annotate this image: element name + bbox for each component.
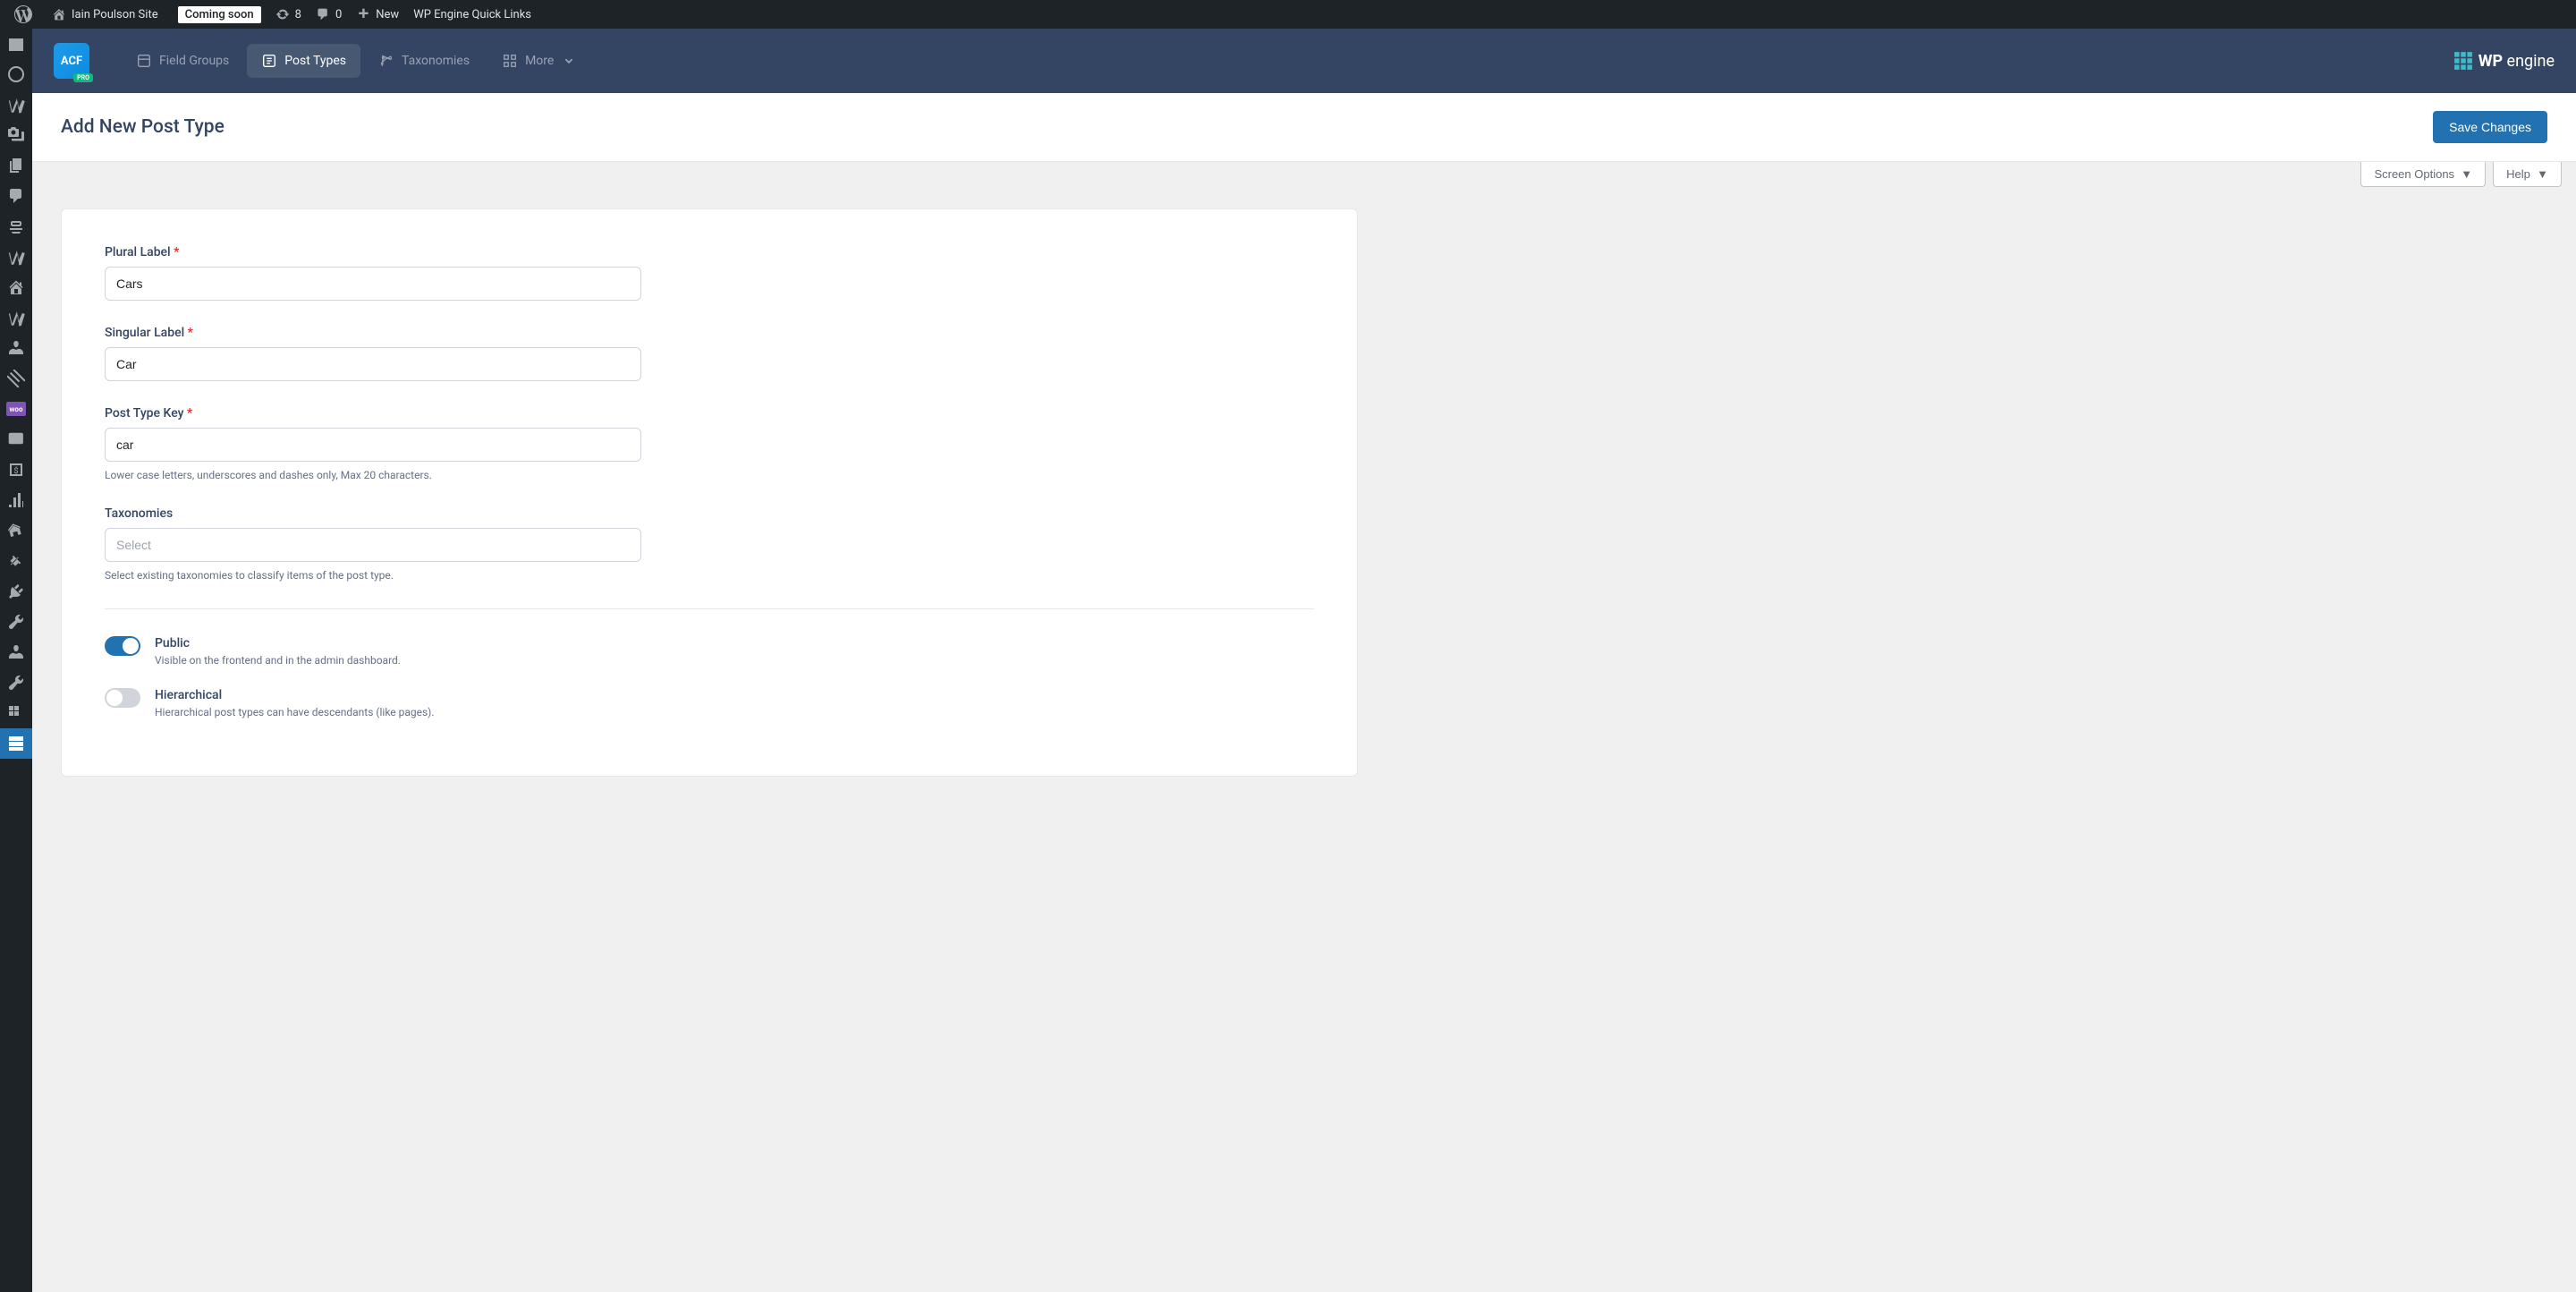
sidebar-item-4[interactable] bbox=[0, 302, 32, 333]
page-title: Add New Post Type bbox=[61, 116, 225, 138]
hierarchical-toggle[interactable] bbox=[105, 688, 140, 708]
updates-link[interactable]: 8 bbox=[268, 0, 309, 29]
wpengine-logo[interactable]: WP engine bbox=[2453, 51, 2555, 71]
sidebar-wpengine[interactable] bbox=[0, 59, 32, 89]
updates-count: 8 bbox=[295, 8, 301, 21]
sidebar-item-1[interactable] bbox=[0, 211, 32, 242]
svg-text:$: $ bbox=[13, 466, 18, 476]
sidebar-item-7[interactable] bbox=[0, 424, 32, 455]
field-post-type-key: Post Type Key * Lower case letters, unde… bbox=[105, 406, 641, 481]
sidebar-pages[interactable] bbox=[0, 150, 32, 181]
sidebar-item-6[interactable] bbox=[0, 363, 32, 394]
sidebar-acf[interactable] bbox=[0, 728, 32, 759]
sidebar-item-12[interactable] bbox=[0, 607, 32, 637]
nav-post-types[interactable]: Post Types bbox=[247, 44, 360, 78]
sidebar-dashboard[interactable] bbox=[0, 29, 32, 59]
acf-logo[interactable]: ACF PRO bbox=[54, 43, 89, 79]
sidebar-media[interactable] bbox=[0, 120, 32, 150]
sidebar-woocommerce[interactable]: woo bbox=[0, 394, 32, 424]
plural-label-input[interactable] bbox=[105, 267, 641, 301]
singular-label-input[interactable] bbox=[105, 347, 641, 381]
sidebar-appearance[interactable] bbox=[0, 546, 32, 576]
sidebar-item-2[interactable] bbox=[0, 242, 32, 272]
sidebar-plugins[interactable] bbox=[0, 576, 32, 607]
save-button[interactable]: Save Changes bbox=[2433, 111, 2547, 143]
site-name: Iain Poulson Site bbox=[72, 8, 158, 21]
post-type-key-input[interactable] bbox=[105, 428, 641, 462]
chevron-down-icon bbox=[561, 53, 577, 69]
main-wrapper: ACF PRO Field Groups Post Types Taxonomi… bbox=[32, 29, 2576, 798]
wp-admin-bar: Iain Poulson Site Coming soon 8 0 New WP… bbox=[0, 0, 2576, 29]
new-label: New bbox=[376, 8, 399, 21]
nav-field-groups[interactable]: Field Groups bbox=[122, 44, 243, 78]
sidebar-item-3[interactable] bbox=[0, 272, 32, 302]
public-label: Public bbox=[155, 636, 401, 650]
sidebar-settings[interactable] bbox=[0, 698, 32, 728]
public-description: Visible on the frontend and in the admin… bbox=[155, 654, 401, 667]
sidebar-analytics[interactable] bbox=[0, 485, 32, 515]
form-panel: Plural Label * Singular Label * Post Typ… bbox=[61, 208, 1358, 777]
post-type-key-label: Post Type Key * bbox=[105, 406, 641, 421]
coming-soon-badge: Coming soon bbox=[178, 6, 261, 23]
comments-link[interactable]: 0 bbox=[309, 0, 349, 29]
wp-sidebar: woo $ bbox=[0, 29, 32, 1292]
page-header: Add New Post Type Save Changes bbox=[32, 93, 2576, 162]
field-singular-label: Singular Label * bbox=[105, 326, 641, 381]
taxonomies-description: Select existing taxonomies to classify i… bbox=[105, 569, 641, 582]
sidebar-posts[interactable] bbox=[0, 89, 32, 120]
sidebar-marketing[interactable] bbox=[0, 515, 32, 546]
sidebar-item-8[interactable]: $ bbox=[0, 455, 32, 485]
nav-taxonomies[interactable]: Taxonomies bbox=[364, 44, 484, 78]
public-toggle[interactable] bbox=[105, 636, 140, 656]
new-link[interactable]: New bbox=[349, 0, 406, 29]
sidebar-users-2[interactable] bbox=[0, 637, 32, 667]
help-button[interactable]: Help ▼ bbox=[2493, 162, 2562, 187]
coming-soon[interactable]: Coming soon bbox=[165, 0, 268, 29]
wpengine-quick-links[interactable]: WP Engine Quick Links bbox=[406, 0, 538, 29]
taxonomies-label: Taxonomies bbox=[105, 506, 641, 521]
plural-label-label: Plural Label * bbox=[105, 245, 641, 259]
divider bbox=[105, 608, 1314, 609]
site-link[interactable]: Iain Poulson Site bbox=[45, 0, 165, 29]
acf-header: ACF PRO Field Groups Post Types Taxonomi… bbox=[32, 29, 2576, 93]
field-plural-label: Plural Label * bbox=[105, 245, 641, 301]
nav-more[interactable]: More bbox=[487, 44, 591, 78]
hierarchical-description: Hierarchical post types can have descend… bbox=[155, 706, 435, 718]
taxonomies-input[interactable] bbox=[105, 528, 641, 562]
screen-options-area: Screen Options ▼ Help ▼ bbox=[32, 162, 2576, 187]
post-type-key-description: Lower case letters, underscores and dash… bbox=[105, 469, 641, 481]
sidebar-tools[interactable] bbox=[0, 667, 32, 698]
sidebar-comments[interactable] bbox=[0, 181, 32, 211]
hierarchical-label: Hierarchical bbox=[155, 688, 435, 702]
screen-options-button[interactable]: Screen Options ▼ bbox=[2360, 162, 2486, 187]
field-taxonomies: Taxonomies Select existing taxonomies to… bbox=[105, 506, 641, 582]
field-hierarchical: Hierarchical Hierarchical post types can… bbox=[105, 688, 1314, 718]
field-public: Public Visible on the frontend and in th… bbox=[105, 636, 1314, 667]
singular-label-label: Singular Label * bbox=[105, 326, 641, 340]
wp-logo[interactable] bbox=[7, 0, 45, 29]
sidebar-users[interactable] bbox=[0, 333, 32, 363]
comments-count: 0 bbox=[335, 8, 342, 21]
